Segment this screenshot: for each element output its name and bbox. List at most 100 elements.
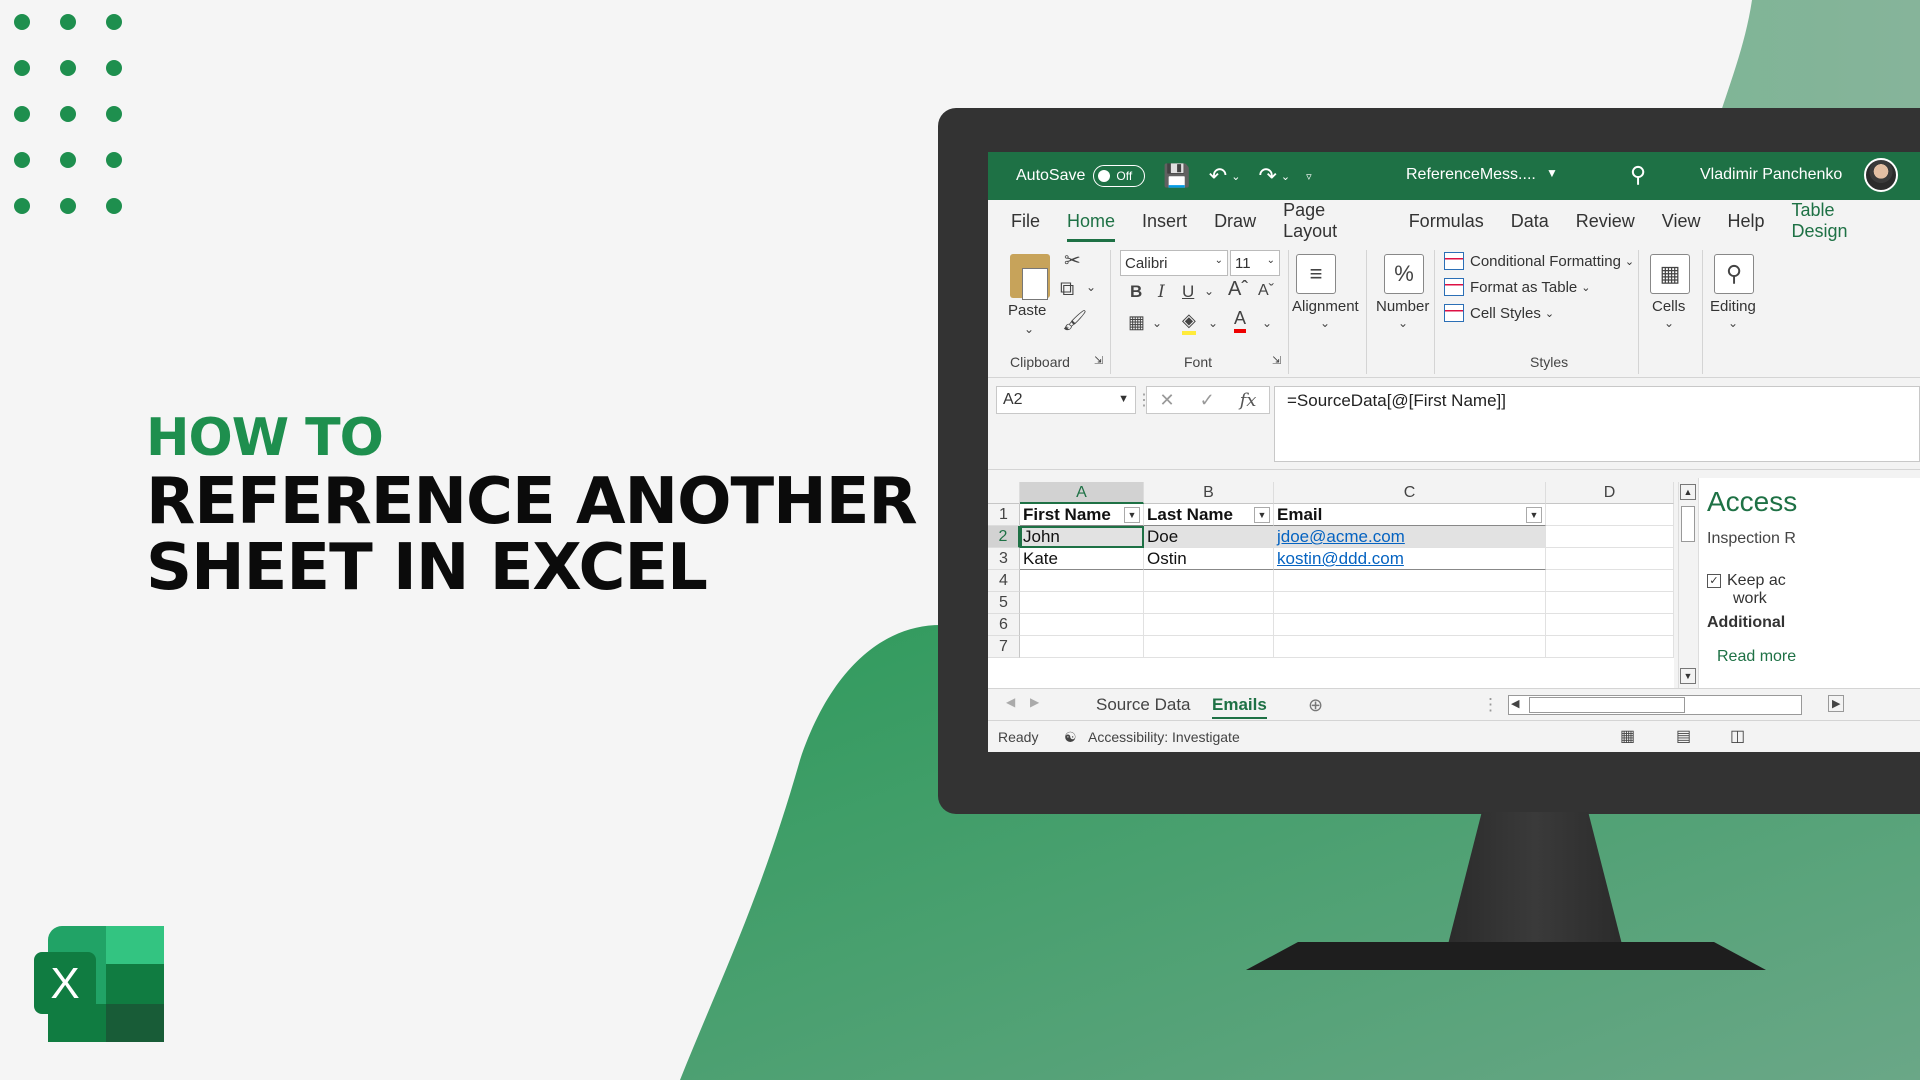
tab-help[interactable]: Help bbox=[1727, 211, 1764, 232]
table-cell[interactable]: Doe bbox=[1144, 526, 1274, 548]
alignment-icon[interactable]: ≡ bbox=[1296, 254, 1336, 294]
cut-icon[interactable]: ✂ bbox=[1064, 248, 1081, 273]
dialog-launcher-icon[interactable]: ⇲ bbox=[1094, 354, 1103, 367]
cell[interactable] bbox=[1144, 636, 1274, 658]
avatar[interactable] bbox=[1864, 158, 1898, 192]
tab-insert[interactable]: Insert bbox=[1142, 211, 1187, 232]
table-cell-link[interactable]: jdoe@acme.com bbox=[1274, 526, 1546, 548]
cancel-icon[interactable]: ✕ bbox=[1159, 390, 1174, 411]
cell[interactable] bbox=[1020, 570, 1144, 592]
chevron-down-icon[interactable]: ⌄ bbox=[1281, 170, 1290, 183]
tab-view[interactable]: View bbox=[1662, 211, 1701, 232]
row-header-6[interactable]: 6 bbox=[988, 614, 1020, 636]
chevron-down-icon[interactable]: ⌄ bbox=[1398, 316, 1408, 330]
fill-color-icon[interactable]: ◈ bbox=[1182, 310, 1196, 335]
cell[interactable] bbox=[1144, 570, 1274, 592]
cell[interactable] bbox=[1546, 592, 1674, 614]
tab-formulas[interactable]: Formulas bbox=[1409, 211, 1484, 232]
tab-data[interactable]: Data bbox=[1511, 211, 1549, 232]
add-sheet-icon[interactable]: ⊕ bbox=[1308, 695, 1323, 716]
row-header-7[interactable]: 7 bbox=[988, 636, 1020, 658]
scroll-thumb[interactable] bbox=[1529, 697, 1685, 713]
scroll-right-icon[interactable]: ▶ bbox=[1828, 695, 1845, 712]
column-header-c[interactable]: C bbox=[1274, 482, 1546, 504]
chevron-down-icon[interactable]: ⌄ bbox=[1086, 280, 1096, 294]
row-header-3[interactable]: 3 bbox=[988, 548, 1020, 570]
keep-checkbox[interactable]: ✓ Keep ac work bbox=[1707, 572, 1786, 608]
tab-page-layout[interactable]: Page Layout bbox=[1283, 200, 1382, 242]
italic-icon[interactable]: I bbox=[1158, 282, 1165, 302]
editing-button[interactable]: Editing bbox=[1710, 298, 1756, 315]
accessibility-icon[interactable]: ☯ bbox=[1064, 729, 1077, 746]
horizontal-scrollbar[interactable]: ◀ bbox=[1508, 695, 1802, 715]
scroll-thumb[interactable] bbox=[1681, 506, 1695, 542]
paste-icon[interactable] bbox=[1010, 254, 1050, 300]
accessibility-status[interactable]: Accessibility: Investigate bbox=[1088, 729, 1240, 745]
document-name[interactable]: ReferenceMess.... bbox=[1406, 166, 1536, 184]
splitter-icon[interactable]: ⋮ bbox=[1482, 695, 1499, 715]
table-cell-link[interactable]: kostin@ddd.com bbox=[1274, 548, 1546, 570]
save-icon[interactable]: 💾 bbox=[1163, 163, 1190, 189]
copy-icon[interactable]: ⧉ bbox=[1060, 278, 1074, 301]
tab-home[interactable]: Home bbox=[1067, 211, 1116, 242]
cells-icon[interactable]: ▦ bbox=[1650, 254, 1690, 294]
font-color-icon[interactable]: A bbox=[1234, 308, 1247, 333]
insert-function-icon[interactable]: fx bbox=[1240, 390, 1257, 411]
chevron-down-icon[interactable]: ⌄ bbox=[1320, 316, 1330, 330]
table-cell[interactable]: Ostin bbox=[1144, 548, 1274, 570]
column-header-b[interactable]: B bbox=[1144, 482, 1274, 504]
tab-review[interactable]: Review bbox=[1576, 211, 1635, 232]
cell[interactable] bbox=[1546, 636, 1674, 658]
enter-icon[interactable]: ✓ bbox=[1200, 390, 1215, 411]
tab-file[interactable]: File bbox=[1011, 211, 1040, 232]
increase-font-icon[interactable]: Aˆ bbox=[1228, 278, 1248, 301]
tab-table-design[interactable]: Table Design bbox=[1792, 200, 1894, 242]
page-break-view-icon[interactable]: ◫ bbox=[1730, 726, 1745, 746]
borders-icon[interactable]: ▦ bbox=[1128, 312, 1145, 333]
chevron-down-icon[interactable]: ⌄ bbox=[1262, 316, 1272, 330]
number-format-icon[interactable]: % bbox=[1384, 254, 1424, 294]
filter-dropdown-icon[interactable]: ▼ bbox=[1526, 507, 1542, 523]
chevron-down-icon[interactable]: ⌄ bbox=[1152, 316, 1162, 330]
paste-button[interactable]: Paste bbox=[1008, 302, 1046, 319]
redo-icon[interactable]: ↷ bbox=[1258, 163, 1276, 189]
cell[interactable] bbox=[1274, 614, 1546, 636]
editing-icon[interactable]: ⚲ bbox=[1714, 254, 1754, 294]
chevron-down-icon[interactable]: ⌄ bbox=[1204, 284, 1214, 298]
chevron-down-icon[interactable]: ⌄ bbox=[1231, 170, 1240, 183]
customize-toolbar-icon[interactable]: ▿ bbox=[1306, 170, 1312, 183]
cell[interactable] bbox=[1144, 592, 1274, 614]
chevron-down-icon[interactable]: ⌄ bbox=[1208, 316, 1218, 330]
caret-down-icon[interactable]: ▼ bbox=[1546, 166, 1558, 180]
row-header-4[interactable]: 4 bbox=[988, 570, 1020, 592]
scroll-down-icon[interactable]: ▼ bbox=[1680, 668, 1696, 684]
cell[interactable] bbox=[1274, 592, 1546, 614]
cell[interactable] bbox=[1274, 570, 1546, 592]
decrease-font-icon[interactable]: Aˇ bbox=[1258, 282, 1274, 300]
cell[interactable] bbox=[1546, 526, 1674, 548]
row-header-1[interactable]: 1 bbox=[988, 504, 1020, 526]
cell[interactable] bbox=[1546, 548, 1674, 570]
cell[interactable] bbox=[1546, 614, 1674, 636]
user-name[interactable]: Vladimir Panchenko bbox=[1700, 166, 1842, 184]
undo-icon[interactable]: ↶ bbox=[1209, 163, 1227, 189]
number-button[interactable]: Number bbox=[1376, 298, 1429, 315]
vertical-scrollbar[interactable]: ▲ ▼ bbox=[1678, 482, 1696, 688]
table-cell[interactable]: Kate bbox=[1020, 548, 1144, 570]
alignment-button[interactable]: Alignment bbox=[1292, 298, 1359, 315]
next-sheet-icon[interactable]: ▶ bbox=[1030, 695, 1039, 709]
chevron-down-icon[interactable]: ⌄ bbox=[1664, 316, 1674, 330]
filter-dropdown-icon[interactable]: ▼ bbox=[1124, 507, 1140, 523]
row-header-2[interactable]: 2 bbox=[988, 526, 1020, 548]
cell[interactable] bbox=[1274, 636, 1546, 658]
format-painter-icon[interactable]: 🖌 bbox=[1062, 308, 1087, 333]
column-header-a[interactable]: A bbox=[1020, 482, 1144, 504]
font-name-select[interactable]: Calibri ⌄ bbox=[1120, 250, 1228, 276]
search-icon[interactable]: ⚲ bbox=[1630, 162, 1646, 188]
sheet-tab-source-data[interactable]: Source Data bbox=[1096, 695, 1191, 715]
chevron-down-icon[interactable]: ⌄ bbox=[1728, 316, 1738, 330]
normal-view-icon[interactable]: ▦ bbox=[1620, 726, 1635, 746]
autosave-toggle[interactable]: Off bbox=[1093, 165, 1146, 187]
scroll-up-icon[interactable]: ▲ bbox=[1680, 484, 1696, 500]
name-box[interactable]: A2 ▼ bbox=[996, 386, 1136, 414]
